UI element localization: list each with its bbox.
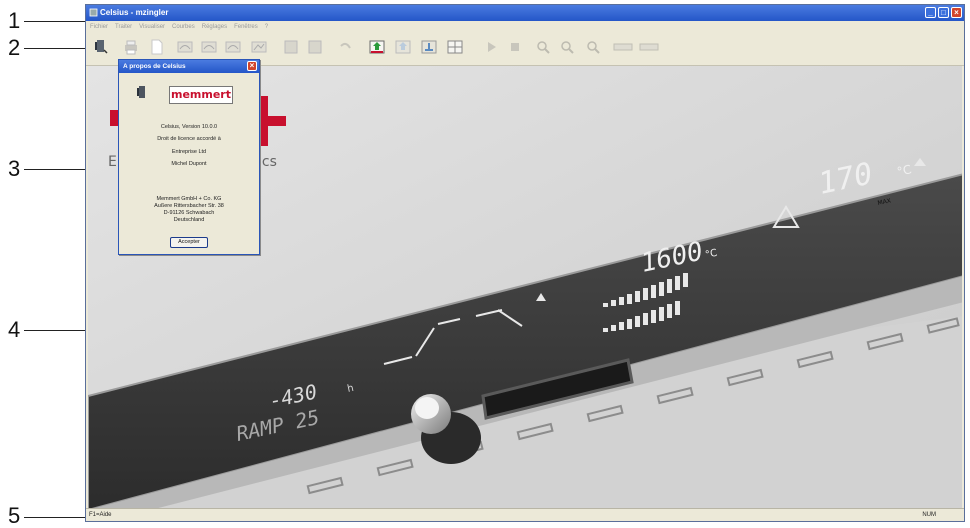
brand-tagline-fragment: E [108, 154, 117, 170]
callout-3: 3 [8, 156, 21, 181]
callout-4: 4 [8, 317, 21, 342]
close-button[interactable]: × [951, 7, 962, 18]
transfer-icon[interactable] [368, 38, 386, 56]
title-bar: Celsius - mzingler _ □ × [86, 5, 964, 21]
menu-fenetres[interactable]: Fenêtres [234, 21, 258, 33]
menu-courbes[interactable]: Courbes [172, 21, 195, 33]
about-license-line: Droit de licence accordé à [157, 136, 221, 142]
zoom-out-icon[interactable] [558, 38, 576, 56]
maximize-button[interactable]: □ [938, 7, 949, 18]
print-icon[interactable] [122, 38, 140, 56]
display-temp-max-unit: °C [896, 162, 913, 179]
menu-traiter[interactable]: Traiter [115, 21, 132, 33]
status-bar: F1=Aide NUM [86, 508, 964, 521]
about-user: Michel Dupont [171, 161, 207, 167]
transfer-icon-2[interactable] [394, 38, 412, 56]
callout-2-leader [24, 48, 88, 49]
about-dialog-title: A propos de Celsius × [119, 60, 259, 73]
memmert-logo: memmert [169, 86, 233, 104]
new-document-icon[interactable] [148, 38, 166, 56]
celsius-app-icon [137, 86, 145, 98]
about-company: Entreprise Ltd [171, 149, 207, 155]
undo-icon[interactable] [336, 38, 354, 56]
app-icon [89, 8, 98, 17]
stop-icon[interactable] [506, 38, 524, 56]
about-dialog: A propos de Celsius × memmert Celsius, V… [118, 59, 260, 255]
view-icon-1[interactable] [612, 38, 634, 56]
menu-reglages[interactable]: Réglages [202, 21, 227, 33]
grid-icon-2[interactable] [306, 38, 324, 56]
menu-visualiser[interactable]: Visualiser [139, 21, 165, 33]
callout-1: 1 [8, 8, 21, 33]
brand-tagline-suffix: ics [258, 154, 277, 170]
zoom-in-icon[interactable] [534, 38, 552, 56]
view-icon-2[interactable] [638, 38, 660, 56]
callout-2: 2 [8, 35, 21, 60]
grid-icon-3[interactable] [446, 38, 464, 56]
about-version: Celsius, Version 10.0.0 [160, 124, 218, 130]
window-title: Celsius - mzingler [100, 8, 169, 17]
status-num: NUM [922, 512, 936, 518]
about-address-line-2: Außere Rittersbacher Str. 38 [154, 203, 224, 209]
program-icon-3[interactable] [224, 38, 242, 56]
celsius-icon[interactable] [92, 38, 110, 56]
status-help: F1=Aide [89, 512, 112, 518]
menu-help[interactable]: ? [265, 21, 268, 33]
program-icon-4[interactable] [250, 38, 268, 56]
about-address-line-4: Deutschland [173, 217, 205, 223]
zoom-icon[interactable] [584, 38, 602, 56]
accept-button[interactable]: Accepter [170, 237, 208, 248]
about-address-line-1: Memmert GmbH + Co. KG [156, 196, 222, 202]
about-dialog-title-text: A propos de Celsius [123, 63, 186, 70]
program-icon-1[interactable] [176, 38, 194, 56]
program-icon-2[interactable] [200, 38, 218, 56]
grid-icon-1[interactable] [282, 38, 300, 56]
menu-bar: Fichier Traiter Visualiser Courbes Régla… [86, 21, 964, 33]
menu-fichier[interactable]: Fichier [90, 21, 108, 33]
about-dialog-close-button[interactable]: × [247, 61, 257, 71]
callout-1-leader [24, 21, 88, 22]
transfer-icon-3[interactable] [420, 38, 438, 56]
callout-5-leader [24, 517, 88, 518]
minimize-button[interactable]: _ [925, 7, 936, 18]
play-icon[interactable] [482, 38, 500, 56]
about-address-line-3: D-91126 Schwabach [163, 210, 215, 216]
